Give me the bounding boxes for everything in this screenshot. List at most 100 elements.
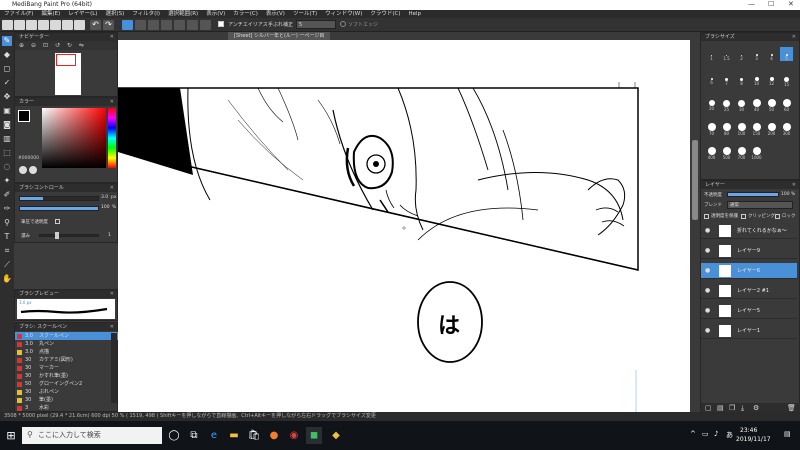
foreground-color-swatch[interactable] [18,110,30,122]
brush-size-cell[interactable]: 60 [780,95,793,112]
taskbar-date[interactable]: 2019/11/17 [736,436,771,443]
layer-row[interactable]: ● レイヤー6 [701,263,797,279]
menu-window[interactable]: ウィンドウ(W) [321,10,366,18]
app-icon-orange[interactable]: ● [266,427,282,444]
export-icon[interactable] [50,20,61,30]
selectpen-tool-icon[interactable]: ✐ [2,190,12,200]
brush-list-scrollbar[interactable] [111,333,117,403]
brush-size-cell[interactable]: 30 [735,95,748,112]
brush-size-cell[interactable]: 5 [780,47,793,61]
divide-tool-icon[interactable]: ⌗ [2,246,12,256]
app-icon-yellow[interactable]: ◆ [328,427,344,444]
brush-size-cell[interactable]: 50 [765,95,778,112]
layer-row[interactable]: ● レイヤー5 [701,303,797,319]
layer-visibility-icon[interactable]: ● [705,267,710,274]
flip-icon[interactable]: ⇋ [79,42,84,49]
brush-size-cell[interactable]: 25 [720,95,733,112]
eyedropper-tool-icon[interactable]: ⟋ [2,260,12,270]
layer-row[interactable]: ● レイヤー9 [701,243,797,259]
gradient-tool-icon[interactable]: ▥ [2,134,12,144]
layer-settings-icon[interactable]: ⚙ [753,404,759,412]
save-icon[interactable] [26,20,37,30]
eraser-tool-icon[interactable]: ◆ [2,50,12,60]
redo-icon[interactable]: ↷ [103,20,114,30]
brush-list-item[interactable]: 3.0 スクールペン [15,332,119,340]
edge-browser-icon[interactable]: e [206,427,222,444]
zoom-fit-icon[interactable]: ⊡ [43,42,48,49]
blur-slider-handle[interactable] [55,232,59,239]
brush-size-cell[interactable]: 15 [780,71,793,87]
softedge-radio[interactable] [340,21,346,27]
scroll-thumb[interactable] [692,140,698,220]
brush-list-item[interactable]: 30 筆(墨) [15,396,119,404]
layer-visibility-icon[interactable]: ● [705,227,710,234]
brush-size-cell[interactable]: 200 [765,119,778,136]
brush-size-cell[interactable]: 700 [735,143,748,160]
zoom-in-icon[interactable]: ⊕ [19,42,24,49]
layer-visibility-icon[interactable]: ● [705,247,710,254]
pressure-opacity-checkbox[interactable] [55,219,60,224]
deselect-icon[interactable] [174,20,185,30]
pen-tool-icon[interactable]: ✎ [2,36,12,46]
text-tool-icon[interactable]: T [2,232,12,242]
brush-list-item[interactable]: 3.0 点描 [15,348,119,356]
duplicate-layer-icon[interactable]: ❐ [729,404,735,412]
open-file-icon[interactable] [14,20,25,30]
layer-row[interactable]: ● レイヤー1 [701,323,797,339]
brush-list-item[interactable]: 30 かすれ筆(墨) [15,372,119,380]
task-view-icon[interactable]: ◯ [166,427,182,444]
new-file-icon[interactable] [2,20,13,30]
speech-bubble-text[interactable]: は [438,308,460,340]
brush-list-item[interactable]: 30 カケアミ(図形) [15,356,119,364]
layer-row[interactable]: ● 折れてくれるかなぁ～ [701,223,797,239]
menu-display[interactable]: 表示(V) [262,10,289,18]
select-lasso-icon[interactable] [135,20,146,30]
cloud-save-icon[interactable] [38,20,49,30]
brush-size-cell[interactable]: 2 [735,47,748,61]
antialias-checkbox[interactable] [218,21,224,27]
volume-icon[interactable]: ♪ [714,430,718,438]
brush-size-cell[interactable]: 80 [720,119,733,136]
maximize-button[interactable]: ☐ [768,0,774,8]
medibang-taskbar-icon[interactable]: ◼ [306,427,322,444]
dot-tool-icon[interactable]: ◻ [2,64,12,74]
close-button[interactable]: ✕ [788,0,794,8]
menu-help[interactable]: Help [404,10,425,18]
hue-slider[interactable] [108,108,116,168]
brush-size-cell[interactable]: 7 [720,71,733,86]
brush-size-cell[interactable]: 1.5 [720,47,733,61]
menu-filter[interactable]: フィルタ(I) [128,10,164,18]
tray-chevron-icon[interactable]: ^ [690,430,696,438]
chrome-icon[interactable]: ◉ [286,427,302,444]
select-rect-icon[interactable] [122,20,133,30]
menu-cloud[interactable]: クラウド(C) [366,10,404,18]
brush-list-item[interactable]: 30 マーカー [15,364,119,372]
panel-close-icon[interactable]: ✕ [110,33,114,41]
panel-close-icon[interactable]: ✕ [792,33,796,41]
ime-indicator[interactable]: あ [726,430,733,440]
settings-icon[interactable] [62,20,73,30]
layer-visibility-icon[interactable]: ● [705,327,710,334]
color-saturation-field[interactable] [42,108,106,168]
menu-color[interactable]: カラー(C) [229,10,262,18]
panel-close-icon[interactable]: ✕ [110,323,114,331]
brush-opacity-slider[interactable] [19,206,99,211]
minimize-button[interactable]: — [748,0,755,8]
taskbar-time[interactable]: 23:46 [740,427,757,434]
navigator-viewport[interactable] [56,54,76,66]
layer-visibility-icon[interactable]: ● [705,307,710,314]
menu-view[interactable]: 表示(V) [202,10,229,18]
brush-size-cell[interactable]: 150 [750,119,763,136]
blur-slider[interactable] [39,234,99,237]
rotate-left-icon[interactable]: ↺ [55,42,60,49]
layer-opacity-slider[interactable] [727,192,779,197]
menu-tool[interactable]: ツール(T) [289,10,321,18]
protect-alpha-checkbox[interactable] [704,214,709,219]
delete-layer-icon[interactable]: 🗑 [787,404,796,412]
select-magic-icon[interactable] [161,20,172,30]
select-poly-icon[interactable] [148,20,159,30]
clipping-checkbox[interactable] [741,214,746,219]
menu-edit[interactable]: 編集(E) [37,10,64,18]
network-icon[interactable]: ▭ [702,430,709,438]
brush-size-cell[interactable]: 1000 [750,143,763,160]
